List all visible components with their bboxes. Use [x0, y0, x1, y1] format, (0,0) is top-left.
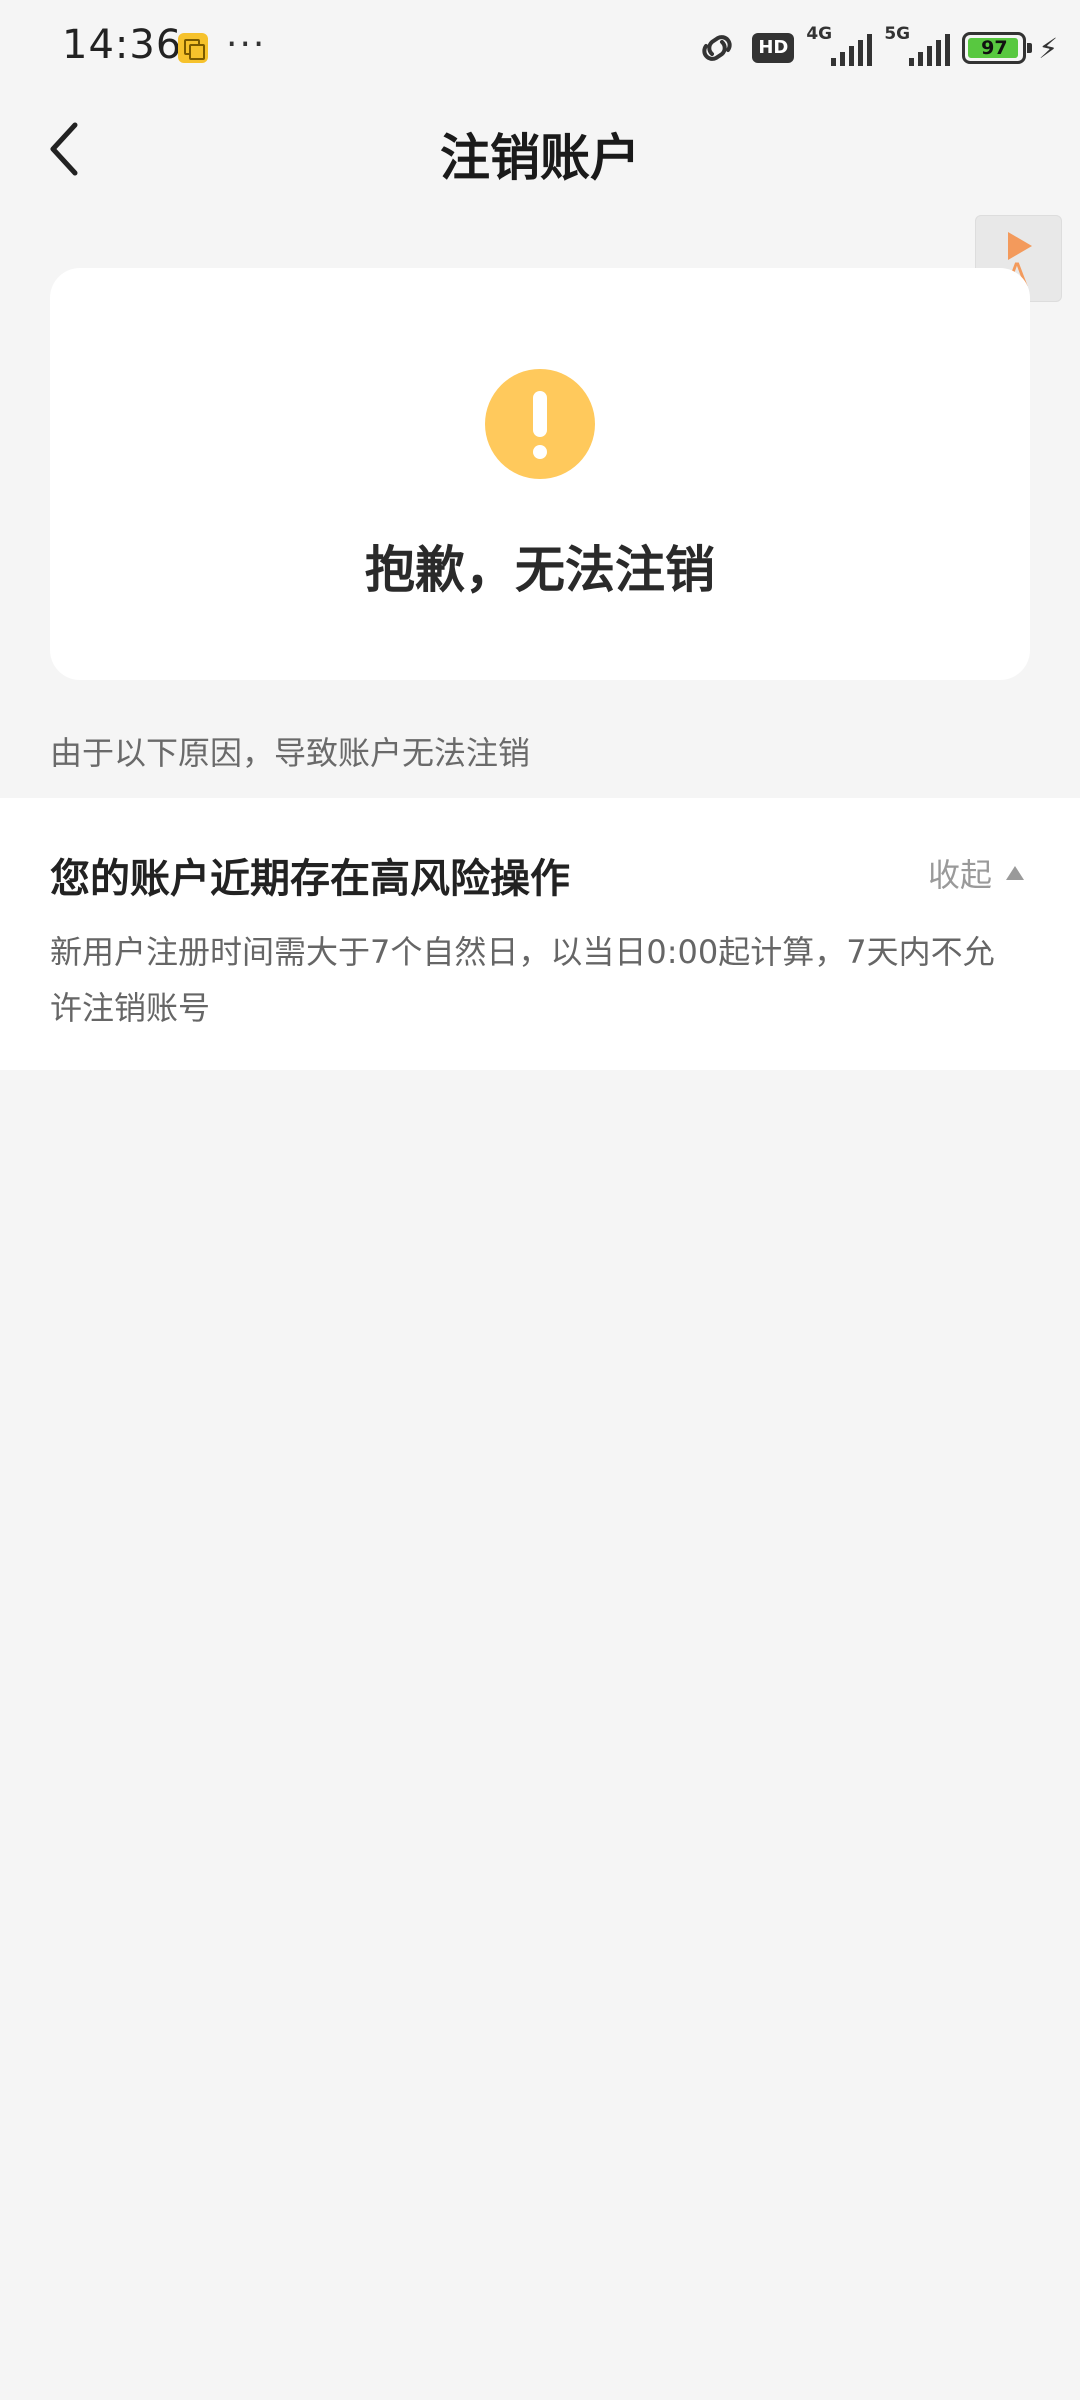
link-icon — [702, 35, 732, 61]
network-type-label: 4G — [806, 24, 833, 44]
signal-icon: 4G — [806, 24, 873, 68]
signal-icon-2: 5G — [884, 24, 951, 68]
result-message: 抱歉，无法注销 — [365, 541, 715, 599]
status-bar: 14:36 ··· HD 4G 5G 97 ⚡ — [0, 0, 1080, 96]
reason-item: 您的账户近期存在高风险操作 收起 新用户注册时间需大于7个自然日，以当日0:00… — [0, 798, 1080, 1070]
reasons-caption: 由于以下原因，导致账户无法注销 — [50, 734, 531, 772]
caret-up-icon — [1006, 866, 1024, 880]
status-indicators: HD 4G 5G 97 ⚡ — [694, 24, 1058, 68]
collapse-button[interactable]: 收起 — [928, 850, 1024, 896]
status-time: 14:36 — [62, 22, 183, 68]
reason-title: 您的账户近期存在高风险操作 — [50, 856, 570, 902]
hd-icon: HD — [752, 33, 795, 63]
collapse-label: 收起 — [927, 856, 992, 894]
notification-icon — [178, 33, 208, 63]
reason-description: 新用户注册时间需大于7个自然日，以当日0:00起计算，7天内不允许注销账号 — [50, 933, 995, 1027]
battery-level: 97 — [981, 37, 1008, 59]
charging-icon: ⚡ — [1038, 31, 1058, 65]
network-type-label: 5G — [884, 24, 911, 44]
warning-icon — [485, 369, 595, 479]
battery-icon: 97 — [962, 32, 1033, 64]
navigation-bar: 注销账户 — [0, 96, 1080, 206]
result-card: 抱歉，无法注销 — [50, 268, 1030, 680]
page-title: 注销账户 — [440, 129, 640, 187]
more-notifications-icon: ··· — [226, 24, 267, 65]
